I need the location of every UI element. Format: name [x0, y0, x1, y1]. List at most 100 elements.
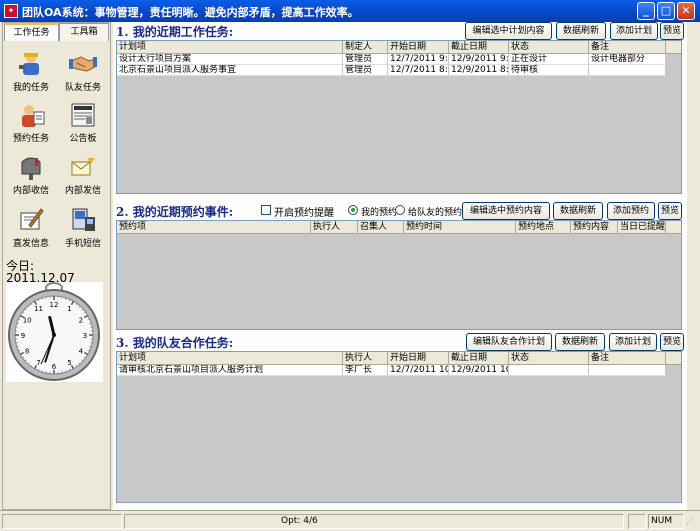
column-header[interactable]: 召集人 — [358, 221, 404, 234]
table-row[interactable]: 北京石景山项目派人服务事宜 管理员 12/7/2011 8:45 12/9/20… — [117, 65, 666, 76]
refresh-button[interactable]: 数据刷新 — [553, 202, 603, 220]
refresh-button[interactable]: 数据刷新 — [555, 333, 605, 351]
status-bar: Opt: 4/6 NUM ⋰ — [0, 510, 700, 531]
column-header[interactable]: 截止日期 — [449, 352, 509, 365]
work-tasks-title: 1. 我的近期工作任务: — [116, 25, 234, 39]
app-icon: ✦ — [4, 4, 18, 18]
close-button[interactable]: ✕ — [677, 2, 695, 20]
column-header[interactable]: 执行人 — [311, 221, 358, 234]
refresh-button[interactable]: 数据刷新 — [556, 22, 606, 40]
sidebar-item-team-tasks[interactable]: 队友任务 — [57, 51, 109, 93]
clock-numeral: 4 — [79, 348, 84, 356]
resize-grip-icon[interactable]: ⋰ — [686, 517, 698, 529]
column-header[interactable]: 备注 — [589, 41, 666, 54]
sidebar-item-mobile-sms[interactable]: 手机短信 — [57, 207, 109, 249]
table-cell: 12/7/2011 10:3 — [388, 365, 449, 376]
sidebar-item-direct-message[interactable]: 直发信息 — [5, 207, 57, 249]
radio-my-appointments-label: 我的预约 — [361, 208, 398, 218]
table-cell: 管理员 — [343, 54, 388, 65]
sidebar-item-label: 公告板 — [69, 134, 97, 144]
handshake-icon — [69, 51, 97, 77]
column-header[interactable]: 开始日期 — [388, 41, 449, 54]
sidebar-item-inbox[interactable]: 内部收信 — [5, 154, 57, 196]
reminder-checkbox[interactable] — [261, 205, 271, 215]
team-tasks-grid: 计划项 执行人 开始日期 截止日期 状态 备注 请审核北京石景山项目派人服务计划… — [116, 351, 682, 503]
column-header[interactable]: 制定人 — [343, 41, 388, 54]
sidebar-item-label: 直发信息 — [12, 239, 49, 249]
sidebar-item-send-mail[interactable]: 内部发信 — [57, 154, 109, 196]
status-panel — [628, 514, 646, 529]
sidebar-item-label: 手机短信 — [64, 239, 101, 249]
sidebar-item-label: 内部收信 — [12, 186, 49, 196]
tab-toolbox[interactable]: 工具箱 — [59, 23, 109, 41]
clock-numeral: 8 — [25, 348, 29, 356]
clock-numeral: 9 — [21, 332, 25, 340]
clock-numeral: 1 — [67, 305, 71, 313]
add-plan-button[interactable]: 添加计划 — [610, 22, 658, 40]
table-row[interactable]: 设计太行项目方案 管理员 12/7/2011 9:38 12/9/2011 9:… — [117, 54, 666, 65]
table-cell — [589, 65, 666, 76]
sidebar-item-my-tasks[interactable]: 我的任务 — [5, 51, 57, 93]
worker-icon — [17, 51, 45, 77]
maximize-button[interactable]: □ — [657, 2, 675, 20]
grid-header: 预约项 执行人 召集人 预约时间 预约地点 预约内容 当日已提醒 — [117, 221, 681, 234]
clock-numeral: 6 — [52, 363, 57, 371]
column-header[interactable]: 预约内容 — [571, 221, 618, 234]
table-cell: 12/9/2011 9:38 — [449, 54, 509, 65]
table-cell: 待审核 — [509, 65, 589, 76]
column-header[interactable]: 截止日期 — [449, 41, 509, 54]
edit-appointment-button[interactable]: 编辑选中预约内容 — [462, 202, 550, 220]
preview-button[interactable]: 预览 — [658, 202, 682, 220]
appointments-grid: 预约项 执行人 召集人 预约时间 预约地点 预约内容 当日已提醒 — [116, 220, 682, 330]
radio-team-appointments[interactable] — [395, 205, 405, 215]
column-header[interactable]: 备注 — [589, 352, 666, 365]
column-header[interactable]: 预约地点 — [516, 221, 571, 234]
status-num: NUM — [648, 514, 684, 529]
main-panel: 1. 我的近期工作任务: 编辑选中计划内容 数据刷新 添加计划 预览 计划项 制… — [113, 22, 687, 510]
table-cell: 管理员 — [343, 65, 388, 76]
column-header[interactable]: 状态 — [509, 41, 589, 54]
minimize-button[interactable]: _ — [637, 2, 655, 20]
column-header[interactable]: 预约项 — [117, 221, 311, 234]
preview-button[interactable]: 预览 — [660, 22, 684, 40]
table-cell — [589, 365, 666, 376]
edit-plan-button[interactable]: 编辑选中计划内容 — [465, 22, 552, 40]
clock-numeral: 11 — [34, 305, 43, 313]
preview-button[interactable]: 预览 — [660, 333, 684, 351]
table-row[interactable]: 请审核北京石景山项目派人服务计划 李厂长 12/7/2011 10:3 12/9… — [117, 365, 666, 376]
add-appointment-button[interactable]: 添加预约 — [607, 202, 655, 220]
column-header[interactable]: 执行人 — [343, 352, 388, 365]
radio-team-appointments-label: 给队友的预约 — [408, 208, 463, 218]
column-header[interactable]: 状态 — [509, 352, 589, 365]
clock-numeral: 12 — [50, 301, 59, 309]
sidebar-item-appointment-tasks[interactable]: 预约任务 — [5, 102, 57, 144]
table-cell: 北京石景山项目派人服务事宜 — [117, 65, 343, 76]
sidebar-item-bulletin[interactable]: 公告板 — [57, 102, 109, 144]
table-cell: 12/7/2011 9:38 — [388, 54, 449, 65]
bulletin-icon — [69, 102, 97, 128]
column-header[interactable]: 当日已提醒 — [618, 221, 666, 234]
clock-numeral: 10 — [23, 317, 32, 325]
title-bar: ✦ 团队OA系统：事物管理，责任明晰。避免内部矛盾，提高工作效率。 _ □ ✕ — [0, 0, 700, 22]
column-header[interactable]: 预约时间 — [404, 221, 516, 234]
appointment-icon — [17, 102, 45, 128]
sidebar-item-label: 队友任务 — [64, 83, 101, 93]
add-team-plan-button[interactable]: 添加计划 — [609, 333, 657, 351]
table-cell: 12/9/2011 10:3 — [449, 365, 509, 376]
table-cell: 设计太行项目方案 — [117, 54, 343, 65]
window-title: 团队OA系统：事物管理，责任明晰。避免内部矛盾，提高工作效率。 — [22, 6, 359, 19]
grid-header: 计划项 制定人 开始日期 截止日期 状态 备注 — [117, 41, 681, 54]
edit-team-plan-button[interactable]: 编辑队友合作计划 — [466, 333, 552, 351]
sidebar: 工作任务 工具箱 我的任务 队友任务 预约任务 公告板 内部收信 内部发信 直发… — [2, 22, 111, 510]
column-header[interactable]: 开始日期 — [388, 352, 449, 365]
table-cell: 12/7/2011 8:45 — [388, 65, 449, 76]
table-cell: 设计电器部分 — [589, 54, 666, 65]
column-header[interactable]: 计划项 — [117, 41, 343, 54]
column-header[interactable]: 计划项 — [117, 352, 343, 365]
tab-work-tasks[interactable]: 工作任务 — [4, 23, 59, 41]
sidebar-item-label: 内部发信 — [64, 186, 101, 196]
table-cell — [509, 365, 589, 376]
table-cell: 李厂长 — [343, 365, 388, 376]
grid-header: 计划项 执行人 开始日期 截止日期 状态 备注 — [117, 352, 681, 365]
radio-my-appointments[interactable] — [348, 205, 358, 215]
